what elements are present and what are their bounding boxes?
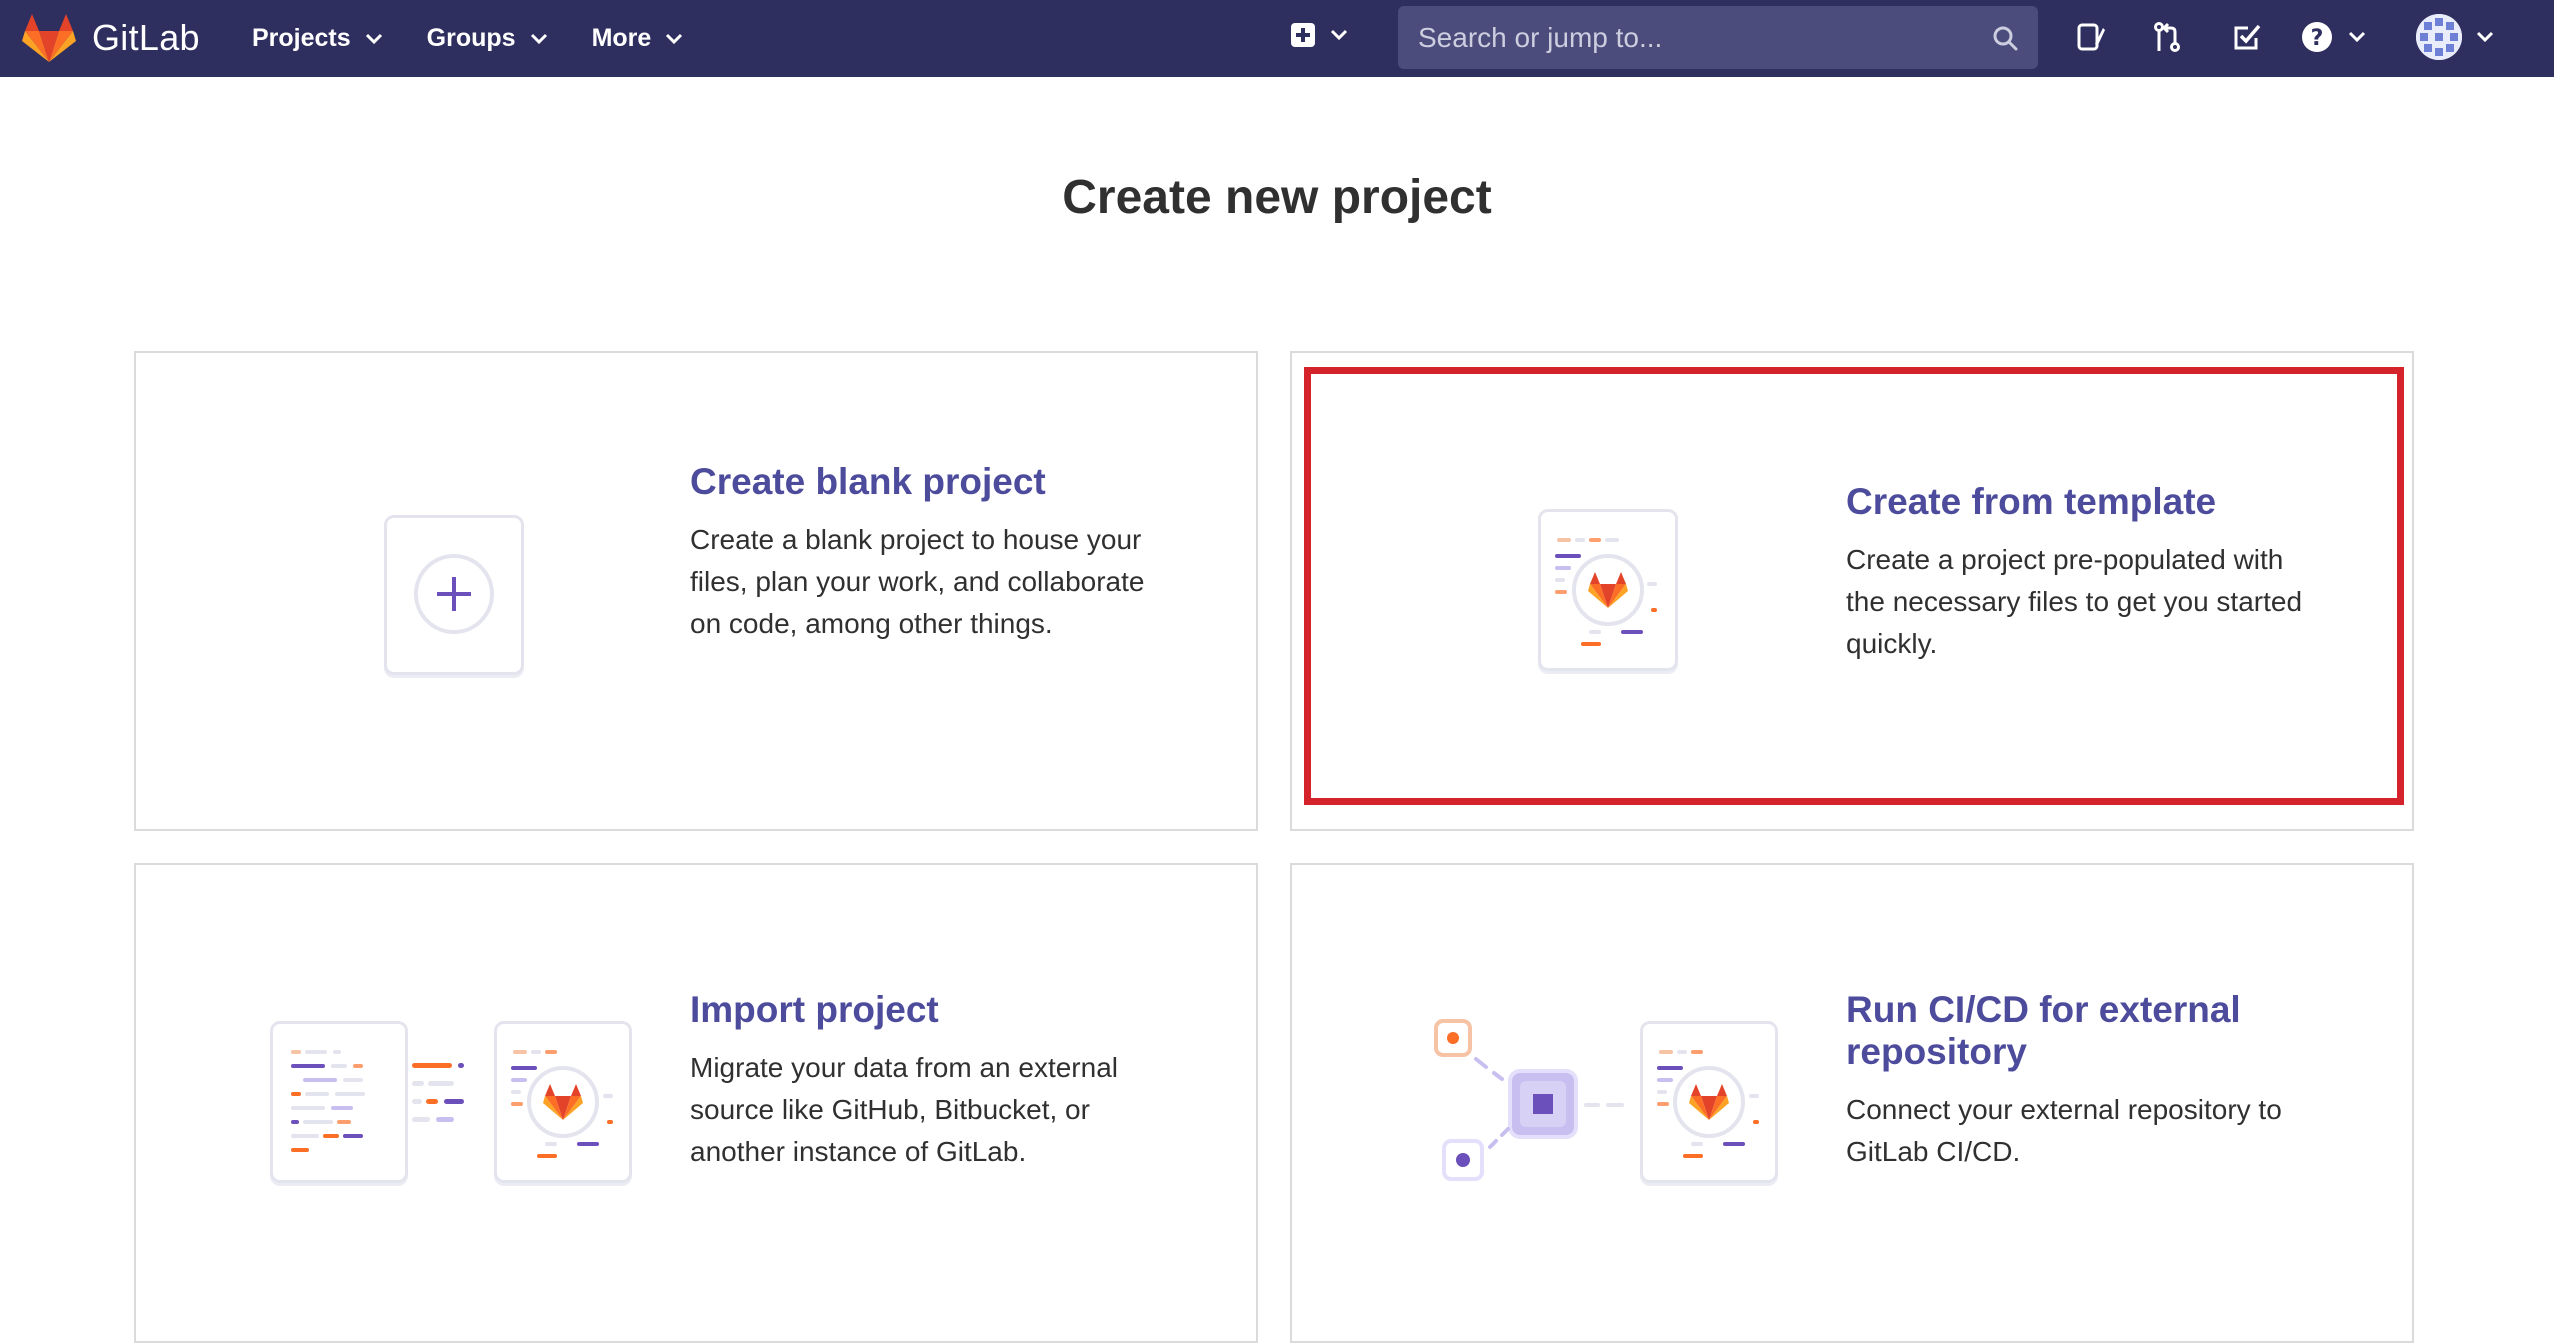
code-document-icon	[291, 1050, 365, 1152]
gitlab-repo-illustration	[494, 1021, 632, 1183]
avatar	[2416, 14, 2462, 60]
card-description: Create a project pre-populated with the …	[1846, 544, 2303, 659]
template-illustration	[1538, 509, 1678, 671]
search-icon[interactable]	[1992, 25, 2018, 51]
create-from-template-card[interactable]: Create from template Create a project pr…	[1290, 351, 2414, 831]
brand-name: GitLab	[92, 17, 200, 58]
gitlab-document-icon	[1657, 1050, 1759, 1158]
template-document-icon	[1555, 538, 1657, 646]
import-project-card[interactable]: Import project Migrate your data from an…	[134, 863, 1258, 1343]
create-blank-project-card[interactable]: Create blank project Create a blank proj…	[134, 351, 1258, 831]
chevron-down-icon	[666, 33, 683, 44]
new-item-dropdown[interactable]	[1290, 22, 1348, 48]
card-description: Create a blank project to house your fil…	[690, 524, 1145, 639]
chevron-down-icon	[2348, 31, 2366, 43]
source-repo-illustration	[270, 1021, 408, 1183]
gitlab-document-icon	[511, 1050, 613, 1158]
search-input[interactable]	[1418, 21, 1992, 54]
chevron-down-icon	[365, 33, 382, 44]
card-title[interactable]: Run CI/CD for external repository	[1846, 989, 2326, 1073]
gitlab-brand[interactable]: GitLab	[22, 12, 200, 64]
run-cicd-external-card[interactable]: Run CI/CD for external repository Connec…	[1290, 863, 2414, 1343]
svg-text:?: ?	[2311, 26, 2324, 51]
chevron-down-icon	[530, 33, 547, 44]
nav-more-dropdown[interactable]: More	[592, 24, 684, 53]
search-box[interactable]	[1398, 6, 2038, 69]
pipeline-nodes-icon	[1434, 1019, 1624, 1181]
chevron-down-icon	[1330, 29, 1348, 41]
nav-groups-dropdown[interactable]: Groups	[427, 24, 548, 53]
nav-projects-label: Projects	[252, 24, 351, 52]
nav-groups-label: Groups	[426, 24, 516, 52]
plus-circle-icon	[414, 554, 494, 634]
transfer-arrows-icon	[412, 1063, 464, 1122]
gitlab-logo-icon	[22, 14, 76, 62]
card-description: Migrate your data from an external sourc…	[690, 1052, 1118, 1167]
user-menu-dropdown[interactable]	[2416, 14, 2494, 60]
card-description: Connect your external repository to GitL…	[1846, 1094, 2282, 1167]
help-dropdown[interactable]: ?	[2300, 20, 2366, 54]
chevron-down-icon	[2476, 31, 2494, 43]
top-navbar: GitLab Projects Groups More Search or ju…	[0, 0, 2554, 77]
avatar-identicon-icon	[2416, 14, 2462, 60]
issues-icon[interactable]	[2074, 20, 2108, 54]
card-title[interactable]: Create blank project	[690, 461, 1170, 503]
merge-request-icon[interactable]	[2150, 20, 2184, 54]
card-title[interactable]: Import project	[690, 989, 1170, 1031]
main-nav: Projects Groups More	[252, 0, 727, 77]
nav-more-label: More	[591, 24, 652, 52]
page-title: Create new project	[1062, 171, 1492, 224]
nav-projects-dropdown[interactable]: Projects	[252, 24, 383, 53]
gitlab-repo-illustration	[1640, 1021, 1778, 1183]
help-icon: ?	[2302, 22, 2332, 52]
todo-icon[interactable]	[2230, 20, 2264, 54]
plus-square-icon	[1291, 23, 1315, 47]
blank-project-illustration	[384, 515, 524, 675]
card-title[interactable]: Create from template	[1846, 481, 2326, 523]
